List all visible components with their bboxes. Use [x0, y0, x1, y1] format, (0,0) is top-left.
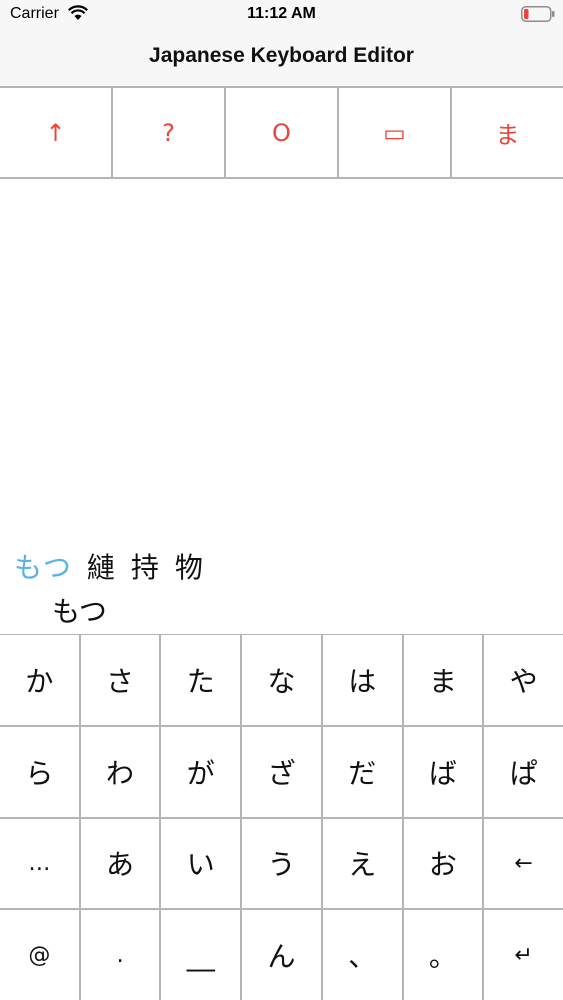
page-title: Japanese Keyboard Editor	[149, 44, 414, 67]
backspace-key[interactable]: ←	[484, 818, 563, 909]
key-ha[interactable]: は	[322, 635, 402, 725]
return-key[interactable]: ↵	[484, 910, 563, 1000]
key-o[interactable]: お	[403, 818, 483, 909]
key-ellipsis[interactable]: …	[0, 818, 79, 909]
key-ba[interactable]: ば	[403, 726, 483, 817]
candidate-item[interactable]: 持	[131, 546, 161, 586]
candidate-item[interactable]: 縺	[87, 546, 117, 586]
ma-button[interactable]: ま	[452, 88, 563, 177]
composing-text: もつ	[52, 595, 107, 628]
clock: 11:12 AM	[247, 5, 316, 22]
circle-button[interactable]: O	[226, 88, 339, 177]
key-ma[interactable]: ま	[403, 635, 483, 725]
key-a[interactable]: あ	[80, 818, 160, 909]
key-pa[interactable]: ぱ	[484, 726, 563, 817]
key-i[interactable]: い	[161, 818, 241, 909]
key-na[interactable]: な	[242, 635, 321, 725]
key-at[interactable]: @	[0, 910, 79, 1000]
candidate-item[interactable]: もつ	[14, 546, 73, 586]
key-ka[interactable]: か	[0, 635, 79, 725]
key-full-stop[interactable]: 。	[403, 910, 483, 1000]
battery-icon	[521, 6, 555, 22]
navigation-bar: Japanese Keyboard Editor	[0, 30, 563, 86]
key-ta[interactable]: た	[161, 635, 241, 725]
app-screen: Carrier 11:12 AM Japanese Keyboard Edito…	[0, 0, 563, 1000]
key-ya[interactable]: や	[484, 635, 563, 725]
square-button[interactable]: ▭	[339, 88, 452, 177]
toolbar: ↑ ? O ▭ ま	[0, 86, 563, 179]
key-wa[interactable]: わ	[80, 726, 160, 817]
key-ga[interactable]: が	[161, 726, 241, 817]
candidate-item[interactable]: 物	[175, 546, 205, 586]
key-period[interactable]: .	[80, 910, 160, 1000]
space-key[interactable]: __	[161, 910, 241, 1000]
candidate-bar: もつ 縺 持 物	[14, 546, 205, 586]
key-n[interactable]: ん	[242, 910, 321, 1000]
key-ra[interactable]: ら	[0, 726, 79, 817]
key-za[interactable]: ざ	[242, 726, 321, 817]
status-bar: Carrier 11:12 AM	[0, 0, 563, 30]
help-button[interactable]: ?	[113, 88, 226, 177]
key-u[interactable]: う	[242, 818, 321, 909]
keyboard: か さ た な は ま や ら わ が ざ だ ば ぱ … あ い う え お …	[0, 634, 563, 1000]
key-sa[interactable]: さ	[80, 635, 160, 725]
key-da[interactable]: だ	[322, 726, 402, 817]
key-comma[interactable]: 、	[322, 910, 402, 1000]
key-e[interactable]: え	[322, 818, 402, 909]
shift-button[interactable]: ↑	[0, 88, 113, 177]
